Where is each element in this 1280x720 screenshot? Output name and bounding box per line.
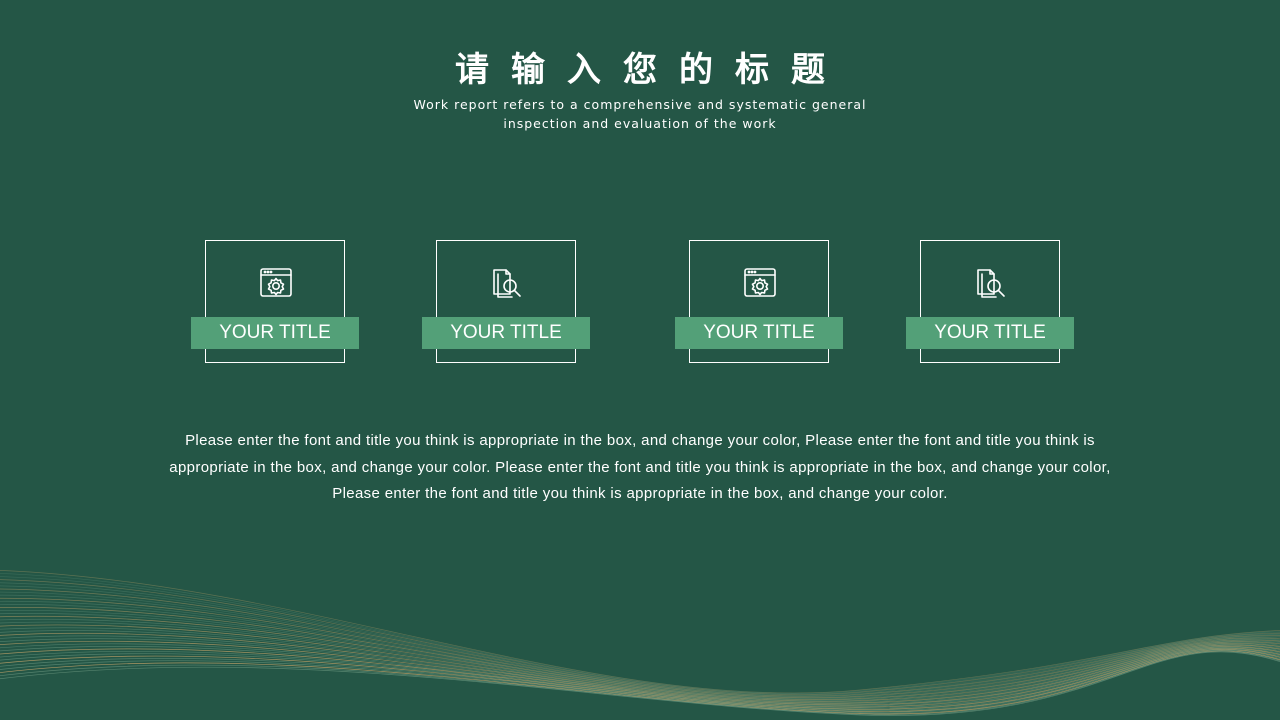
decorative-wave-lines — [0, 570, 1280, 716]
browser-gear-icon — [744, 268, 776, 297]
feature-card-3: YOUR TITLE — [675, 240, 843, 363]
slide-title: 请输入您的标题 — [455, 50, 847, 90]
document-search-icon — [493, 269, 521, 298]
browser-gear-icon — [260, 268, 292, 297]
feature-card-4: YOUR TITLE — [906, 240, 1074, 363]
card-title-1: YOUR TITLE — [191, 317, 359, 349]
document-search-icon — [977, 269, 1005, 298]
slide-subtitle: Work report refers to a comprehensive an… — [413, 97, 867, 131]
feature-card-1: YOUR TITLE — [191, 240, 359, 363]
body-paragraph: Please enter the font and title you thin… — [169, 432, 1111, 502]
card-title-2: YOUR TITLE — [422, 317, 590, 349]
card-title-3: YOUR TITLE — [675, 317, 843, 349]
slide: 请输入您的标题 Work report refers to a comprehe… — [0, 0, 1280, 720]
card-title-4: YOUR TITLE — [906, 317, 1074, 349]
feature-card-2: YOUR TITLE — [422, 240, 590, 363]
